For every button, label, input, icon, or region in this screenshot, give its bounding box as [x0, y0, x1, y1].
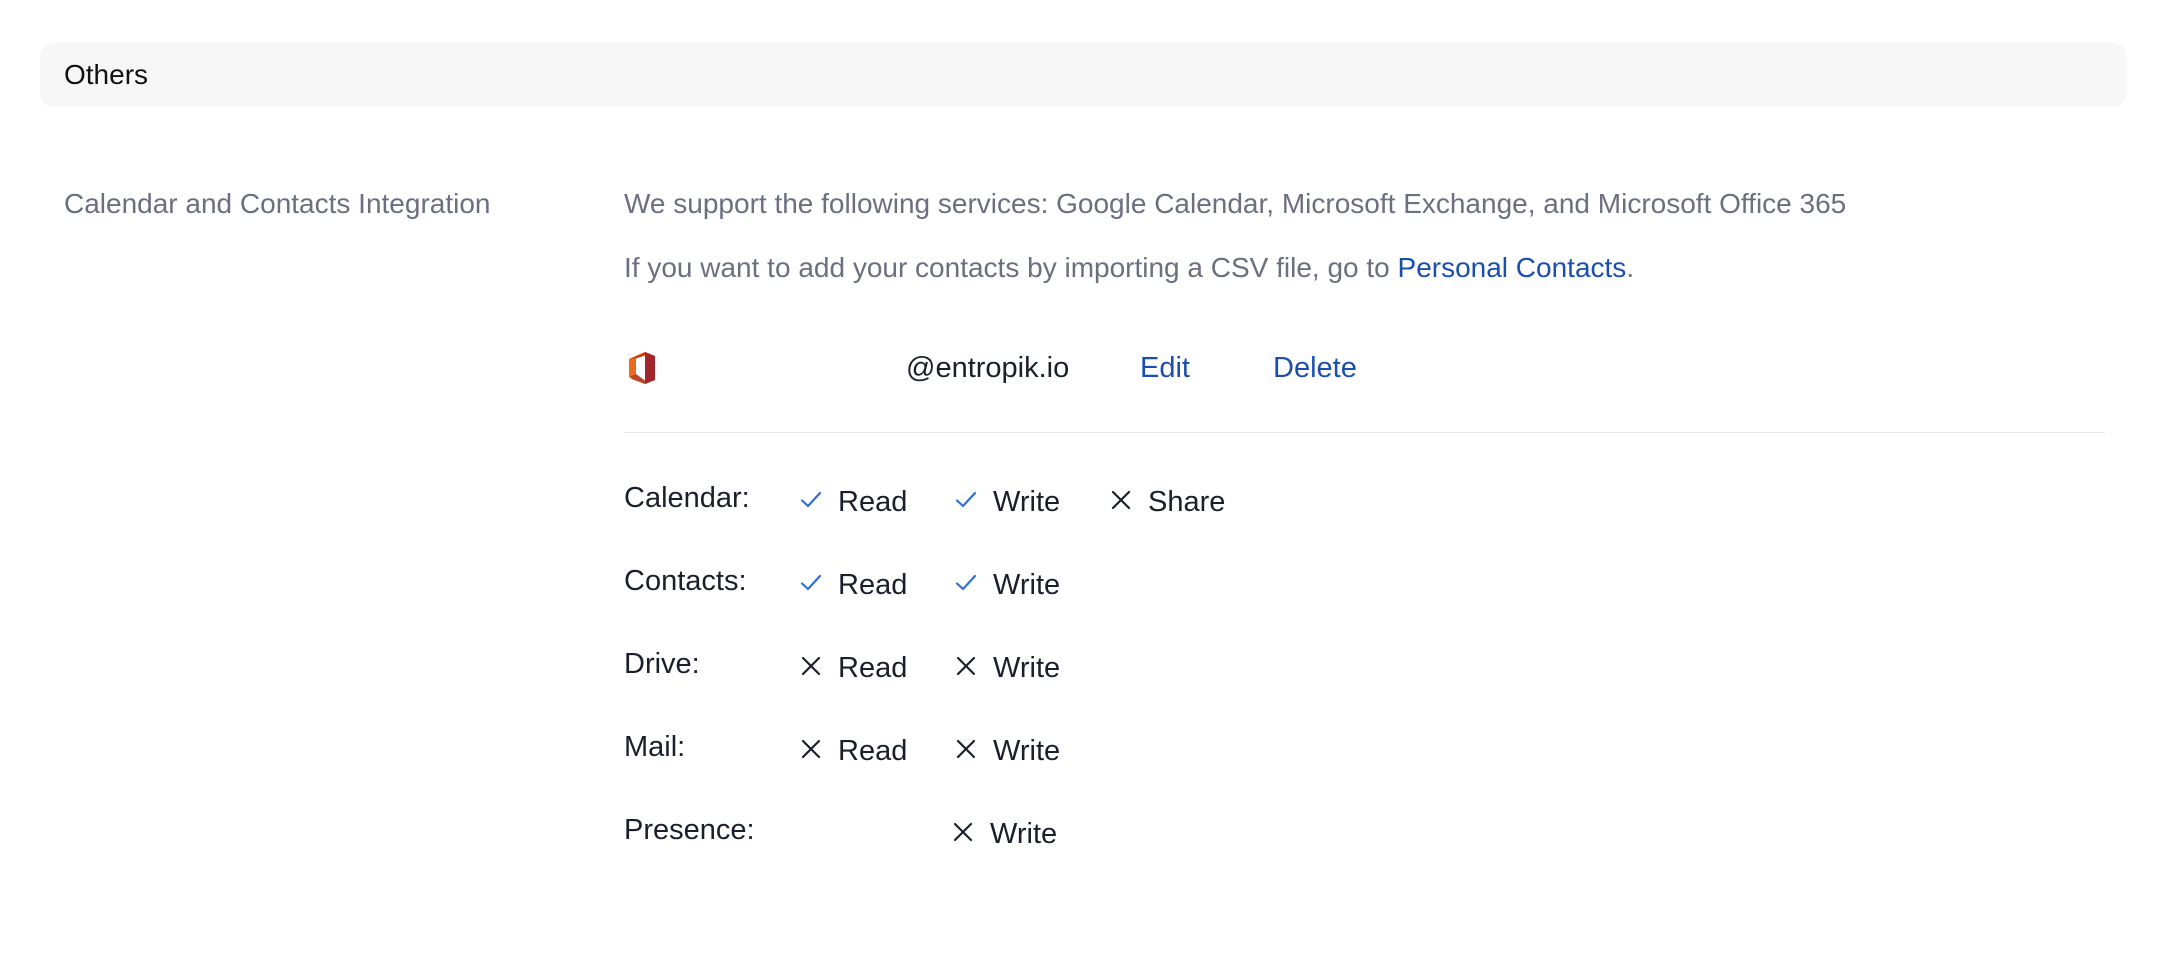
permission-row-mail: Mail: Read Write	[624, 731, 1624, 771]
section-header-others: Others	[40, 43, 2127, 107]
permission-row-calendar: Calendar: Read Write Share	[624, 482, 1624, 522]
permission-label: Contacts:	[624, 565, 747, 597]
permission-text: Read	[838, 568, 908, 601]
permission-text: Write	[993, 568, 1061, 601]
account-email: @entropik.io	[906, 352, 1070, 384]
permission-text: Read	[838, 485, 908, 518]
x-icon	[953, 822, 973, 842]
permission-text: Share	[1148, 485, 1226, 518]
permission-text: Read	[838, 651, 908, 684]
permission-calendar-write: Write	[953, 482, 1060, 522]
check-icon	[800, 491, 822, 508]
supported-services-text: We support the following services: Googl…	[624, 188, 1847, 219]
x-icon	[956, 739, 976, 759]
permission-calendar-share: Share	[1108, 482, 1225, 522]
x-icon	[956, 656, 976, 676]
csv-import-text: If you want to add your contacts by impo…	[624, 252, 1634, 284]
check-icon	[955, 491, 977, 508]
permission-label: Calendar:	[624, 482, 750, 514]
permission-text: Write	[993, 651, 1061, 684]
personal-contacts-link[interactable]: Personal Contacts	[1398, 252, 1627, 283]
delete-button[interactable]: Delete	[1273, 352, 1357, 385]
x-icon	[1111, 490, 1131, 510]
permission-contacts-read: Read	[798, 565, 907, 605]
permission-drive-read: Read	[798, 648, 907, 688]
permission-text: Write	[990, 817, 1058, 850]
csv-import-suffix: .	[1626, 252, 1635, 283]
permission-row-drive: Drive: Read Write	[624, 648, 1624, 688]
permission-row-contacts: Contacts: Read Write	[624, 565, 1624, 605]
x-icon	[801, 656, 821, 676]
divider	[624, 432, 2105, 433]
x-icon	[801, 739, 821, 759]
permission-mail-read: Read	[798, 731, 907, 771]
permission-contacts-write: Write	[953, 565, 1060, 605]
edit-button[interactable]: Edit	[1140, 352, 1190, 385]
permission-label: Drive:	[624, 648, 700, 680]
permission-drive-write: Write	[953, 648, 1060, 688]
permission-presence-write: Write	[950, 814, 1057, 854]
check-icon	[800, 574, 822, 591]
permission-calendar-read: Read	[798, 482, 907, 522]
section-title: Others	[64, 59, 149, 90]
account-row: @entropik.io Edit Delete	[624, 348, 2104, 388]
check-icon	[955, 574, 977, 591]
integration-label: Calendar and Contacts Integration	[64, 188, 491, 219]
permission-label: Presence:	[624, 814, 755, 846]
permission-text: Write	[993, 485, 1061, 518]
permission-mail-write: Write	[953, 731, 1060, 771]
microsoft-office-icon	[629, 352, 655, 384]
permission-label: Mail:	[624, 731, 686, 763]
permission-text: Write	[993, 734, 1061, 767]
permission-text: Read	[838, 734, 908, 767]
permission-row-presence: Presence: Write	[624, 814, 1624, 854]
csv-import-prefix: If you want to add your contacts by impo…	[624, 252, 1398, 283]
